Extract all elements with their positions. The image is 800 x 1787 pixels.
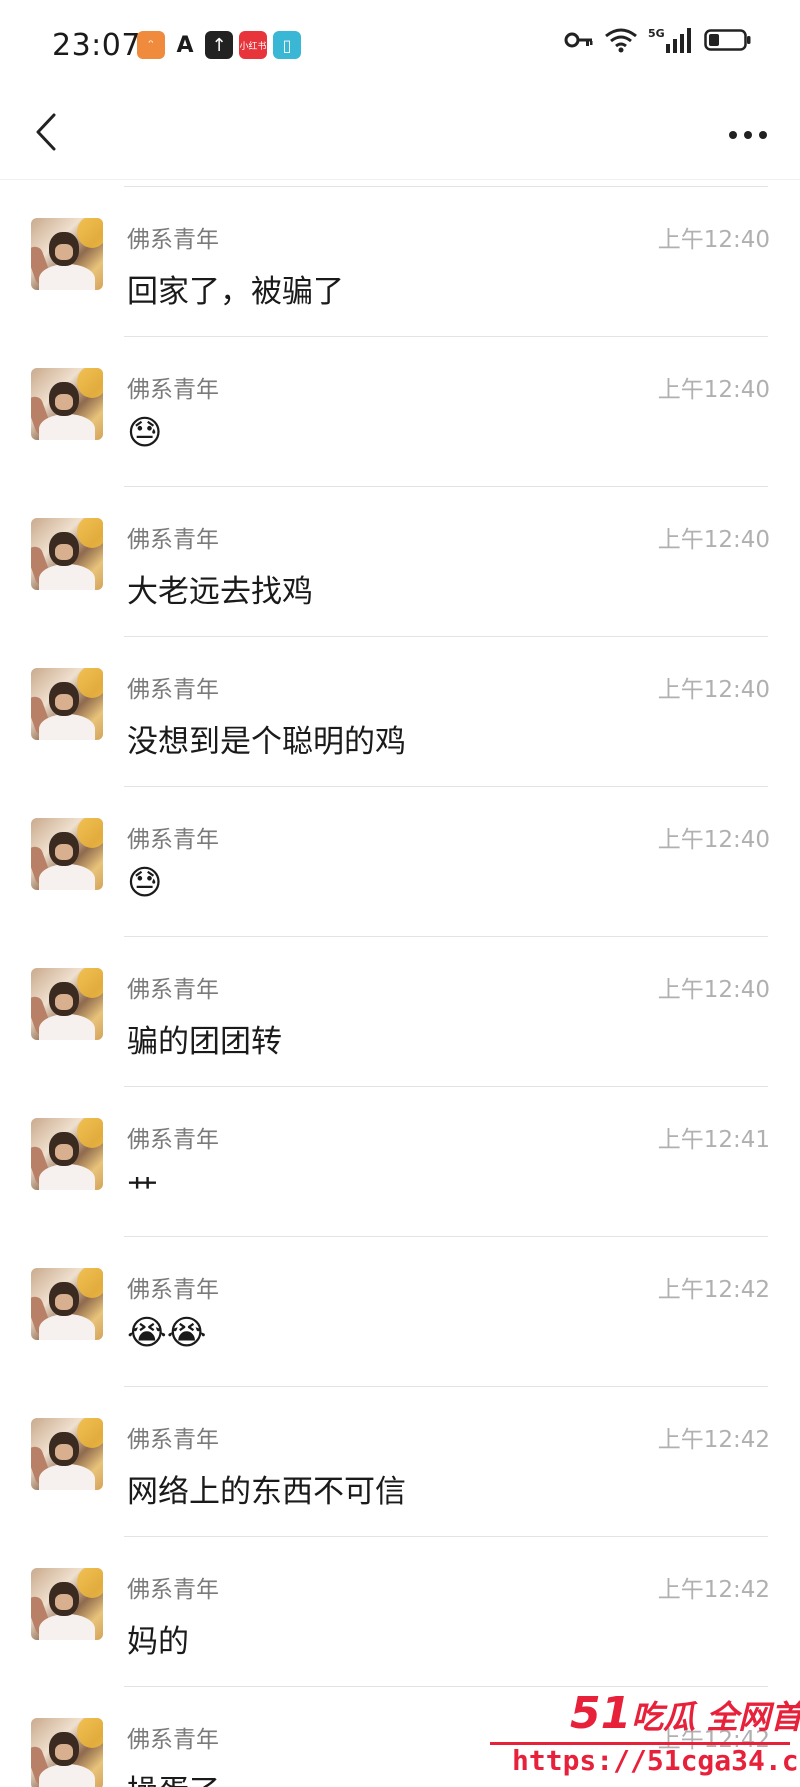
message-item[interactable]: 佛系青年 上午12:42 操蛋了 [0,1686,800,1787]
more-options-button[interactable] [718,106,778,162]
status-indicators: 5G [564,26,752,54]
signal-5g-icon: 5G [648,26,694,54]
message-timestamp: 上午12:40 [657,677,770,703]
avatar[interactable] [31,1118,103,1190]
avatar[interactable] [31,1718,103,1787]
notification-icons: ᵔ A ↑ 小红书 ▯ [137,31,301,59]
status-time: 23:07 [52,28,141,63]
avatar[interactable] [31,518,103,590]
message-item[interactable]: 佛系青年 上午12:40 骗的团团转 [0,936,800,1086]
avatar[interactable] [31,818,103,890]
message-text: 网络上的东西不可信 [127,1474,406,1510]
header-divider [0,179,800,180]
message-timestamp: 上午12:41 [657,1127,770,1153]
battery-icon [704,27,752,53]
message-text: 大老远去找鸡 [127,574,313,610]
sender-name: 佛系青年 [127,1127,219,1153]
xiaohongshu-icon: 小红书 [239,31,267,59]
more-dots-icon [728,125,768,144]
message-item[interactable]: 佛系青年 上午12:40 大老远去找鸡 [0,486,800,636]
avatar[interactable] [31,1568,103,1640]
avatar[interactable] [31,1268,103,1340]
avatar[interactable] [31,218,103,290]
chat-screen: 23:07 ᵔ A ↑ 小红书 ▯ 5G 佛系青年 上午12:40 回家了，被骗… [0,0,800,1787]
message-item[interactable]: 佛系青年 上午12:42 😭😭 [0,1236,800,1386]
sender-name: 佛系青年 [127,1577,219,1603]
upload-arrow-icon: ↑ [205,31,233,59]
message-text: 回家了，被骗了 [127,274,344,310]
message-timestamp: 上午12:42 [657,1577,770,1603]
message-text: 艹 [127,1174,158,1210]
message-text: 😭😭 [127,1313,207,1353]
message-text: 😓 [127,863,163,903]
avatar[interactable] [31,668,103,740]
message-item[interactable]: 佛系青年 上午12:40 😓 [0,336,800,486]
sender-name: 佛系青年 [127,527,219,553]
avatar[interactable] [31,368,103,440]
sender-name: 佛系青年 [127,1427,219,1453]
avatar[interactable] [31,1418,103,1490]
taobao-fox-icon: ᵔ [137,31,165,59]
message-item[interactable]: 佛系青年 上午12:42 妈的 [0,1536,800,1686]
sender-name: 佛系青年 [127,827,219,853]
message-timestamp: 上午12:40 [657,377,770,403]
sender-name: 佛系青年 [127,1727,219,1753]
message-text: 妈的 [127,1624,189,1660]
message-timestamp: 上午12:40 [657,527,770,553]
sender-name: 佛系青年 [127,1277,219,1303]
message-item[interactable]: 佛系青年 上午12:42 网络上的东西不可信 [0,1386,800,1536]
message-text: 骗的团团转 [127,1024,282,1060]
message-timestamp: 上午12:42 [657,1727,770,1753]
sender-name: 佛系青年 [127,977,219,1003]
wifi-icon [604,27,638,53]
message-timestamp: 上午12:40 [657,827,770,853]
message-timestamp: 上午12:42 [657,1427,770,1453]
message-timestamp: 上午12:42 [657,1277,770,1303]
message-timestamp: 上午12:40 [657,977,770,1003]
sender-name: 佛系青年 [127,677,219,703]
message-item[interactable]: 佛系青年 上午12:40 😓 [0,786,800,936]
message-item[interactable]: 佛系青年 上午12:40 没想到是个聪明的鸡 [0,636,800,786]
message-timestamp: 上午12:40 [657,227,770,253]
top-navigation-bar [0,92,800,180]
message-item[interactable]: 佛系青年 上午12:40 回家了，被骗了 [0,186,800,336]
sender-name: 佛系青年 [127,227,219,253]
back-button[interactable] [18,106,74,162]
sender-name: 佛系青年 [127,377,219,403]
book-icon: ▯ [273,31,301,59]
status-bar: 23:07 ᵔ A ↑ 小红书 ▯ 5G [0,0,800,92]
message-item[interactable]: 佛系青年 上午12:41 艹 [0,1086,800,1236]
message-text: 😓 [127,413,163,453]
network-type-label: 5G [648,27,665,40]
font-a-icon: A [171,31,199,59]
avatar[interactable] [31,968,103,1040]
message-text: 操蛋了 [127,1766,220,1787]
message-text: 没想到是个聪明的鸡 [127,724,406,760]
chevron-left-icon [34,112,58,156]
message-list[interactable]: 佛系青年 上午12:40 回家了，被骗了 佛系青年 上午12:40 😓 佛系青年 上午12:4… [0,186,800,1787]
key-icon [564,30,594,50]
